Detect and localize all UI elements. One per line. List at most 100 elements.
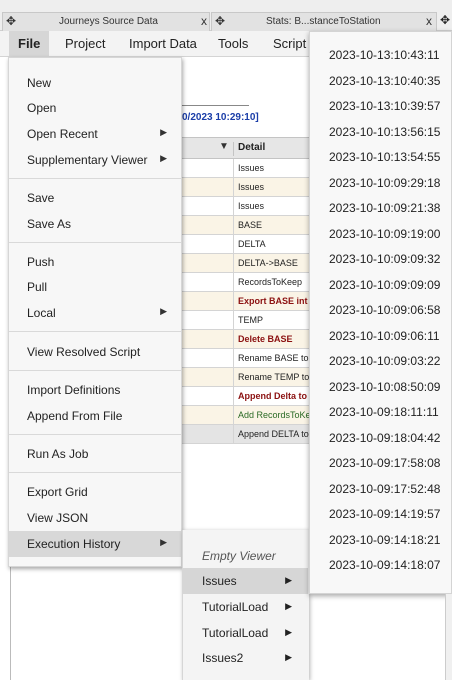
menu-item-view-resolved-script[interactable]: View Resolved Script [9,339,181,365]
submenu-item-tutorialload[interactable]: TutorialLoad ▶ [183,594,308,620]
menu-item-open[interactable]: Open [9,95,181,121]
timestamp-menu-item[interactable]: 2023-10-10:13:54:55 [310,150,451,172]
table-row[interactable]: Add RecordsToKe [182,406,309,425]
table-row[interactable]: Issues [182,178,309,197]
menu-item-save-as[interactable]: Save As [9,211,181,237]
menu-item-supplementary-viewer[interactable]: Supplementary Viewer ▶ [9,147,181,173]
table-row[interactable]: Rename BASE to [182,349,309,368]
menu-file[interactable]: File [9,31,49,57]
table-row[interactable]: TEMP [182,311,309,330]
timestamp-menu-item[interactable]: 2023-10-09:18:04:42 [310,431,451,453]
timestamp-menu-item[interactable]: 2023-10-09:17:58:08 [310,456,451,478]
menu-separator [9,242,181,243]
table-row[interactable]: Append DELTA to [182,425,309,444]
timestamp-menu-item[interactable]: 2023-10-09:17:52:48 [310,482,451,504]
detail-cell: Append DELTA to [233,425,309,444]
timestamp-menu-item[interactable]: 2023-10-10:09:19:00 [310,227,451,249]
close-icon[interactable]: x [201,14,207,28]
table-row[interactable]: BASE [182,216,309,235]
submenu-item-label: Empty Viewer [202,549,276,563]
tab-label: Stats: B...stanceToStation [266,16,381,27]
menu-item-append-from-file[interactable]: Append From File [9,403,181,429]
menu-item-label: Execution History [27,537,121,551]
detail-cell: BASE [233,216,309,235]
timestamp-menu-item[interactable]: 2023-10-10:09:29:18 [310,176,451,198]
timestamp-menu-item[interactable]: 2023-10-09:14:19:57 [310,507,451,529]
menu-separator [9,370,181,371]
timestamp-menu-item[interactable]: 2023-10-10:09:09:09 [310,278,451,300]
menu-item-label: Import Definitions [27,383,121,397]
submenu-item-label: Issues2 [202,651,244,665]
tab-stats[interactable]: ✥ Stats: B...stanceToStation x [211,12,437,31]
menu-item-local[interactable]: Local ▶ [9,300,181,326]
detail-cell: DELTA->BASE [233,254,309,273]
timestamp-menu-item[interactable]: 2023-10-10:09:06:58 [310,303,451,325]
detail-cell: DELTA [233,235,309,254]
timestamp-menu-item[interactable]: 2023-10-09:14:18:07 [310,558,451,580]
menu-tools[interactable]: Tools [218,36,248,51]
menu-item-open-recent[interactable]: Open Recent ▶ [9,121,181,147]
detail-cell: Issues [233,159,309,178]
menu-item-view-json[interactable]: View JSON [9,505,181,531]
timestamp-menu-item[interactable]: 2023-10-13:10:43:11 [310,48,451,70]
chevron-right-icon: ▶ [160,306,167,316]
menu-separator [9,472,181,473]
menu-item-save[interactable]: Save [9,185,181,211]
menu-item-push[interactable]: Push [9,249,181,275]
table-row[interactable]: Append Delta to [182,387,309,406]
timestamp-menu-item[interactable]: 2023-10-13:10:39:57 [310,99,451,121]
detail-cell: RecordsToKeep [233,273,309,292]
timestamp-menu-item[interactable]: 2023-10-09:18:11:11 [310,405,451,427]
table-row[interactable]: Issues [182,159,309,178]
menu-item-label: Append From File [27,409,123,423]
close-icon[interactable]: x [426,14,432,28]
chevron-right-icon: ▶ [285,627,292,637]
menu-item-pull[interactable]: Pull [9,274,181,300]
menu-item-execution-history[interactable]: Execution History ▶ [9,531,181,557]
table-row[interactable]: RecordsToKeep [182,273,309,292]
timestamp-menu-item[interactable]: 2023-10-10:09:09:32 [310,252,451,274]
menu-item-import-definitions[interactable]: Import Definitions [9,377,181,403]
tab-journeys-source-data[interactable]: ✥ Journeys Source Data x [2,12,210,31]
timestamp-menu-item[interactable]: 2023-10-10:09:06:11 [310,329,451,351]
move-icon[interactable]: ✥ [6,14,16,28]
move-icon[interactable]: ✥ [440,13,450,27]
submenu-item-issues2[interactable]: Issues2 ▶ [183,645,308,671]
filter-icon[interactable]: ▼ [219,141,229,152]
menu-item-run-as-job[interactable]: Run As Job [9,441,181,467]
scrollbar[interactable] [445,594,452,680]
timestamp-menu-item[interactable]: 2023-10-09:14:18:21 [310,533,451,555]
column-header-detail[interactable]: Detail [233,142,265,156]
table-row[interactable]: Issues [182,197,309,216]
timestamp-menu-item[interactable]: 2023-10-13:10:40:35 [310,74,451,96]
menu-import-data[interactable]: Import Data [129,36,197,51]
menu-item-label: View Resolved Script [27,345,141,359]
submenu-item-tutorialload-2[interactable]: TutorialLoad ▶ [183,620,308,646]
chevron-right-icon: ▶ [160,537,167,547]
submenu-item-label: Issues [202,574,237,588]
chevron-right-icon: ▶ [285,652,292,662]
menu-item-label: Save [27,191,55,205]
table-row[interactable]: Export BASE int [182,292,309,311]
timestamp-menu-item[interactable]: 2023-10-10:13:56:15 [310,125,451,147]
table-row[interactable]: DELTA->BASE [182,254,309,273]
tab-strip: ✥ Journeys Source Data x ✥ Stats: B...st… [0,0,452,31]
timestamp-menu-item[interactable]: 2023-10-10:08:50:09 [310,380,451,402]
submenu-item-issues[interactable]: Issues ▶ [183,568,308,594]
menu-project[interactable]: Project [65,36,105,51]
execution-history-submenu: Empty Viewer Issues ▶ TutorialLoad ▶ Tutor… [182,530,309,680]
table-row[interactable]: Rename TEMP to [182,368,309,387]
menu-separator [9,178,181,179]
move-icon[interactable]: ✥ [215,14,225,28]
submenu-item-empty-viewer[interactable]: Empty Viewer [183,543,308,569]
chevron-right-icon: ▶ [285,575,292,585]
timestamp-menu-item[interactable]: 2023-10-10:09:21:38 [310,201,451,223]
menu-item-label: New [27,76,52,90]
table-row[interactable]: DELTA [182,235,309,254]
menu-separator [9,331,181,332]
menu-script[interactable]: Script [273,36,306,51]
menu-item-new[interactable]: New [9,70,181,96]
table-row[interactable]: Delete BASE [182,330,309,349]
timestamp-menu-item[interactable]: 2023-10-10:09:03:22 [310,354,451,376]
menu-item-export-grid[interactable]: Export Grid [9,479,181,505]
